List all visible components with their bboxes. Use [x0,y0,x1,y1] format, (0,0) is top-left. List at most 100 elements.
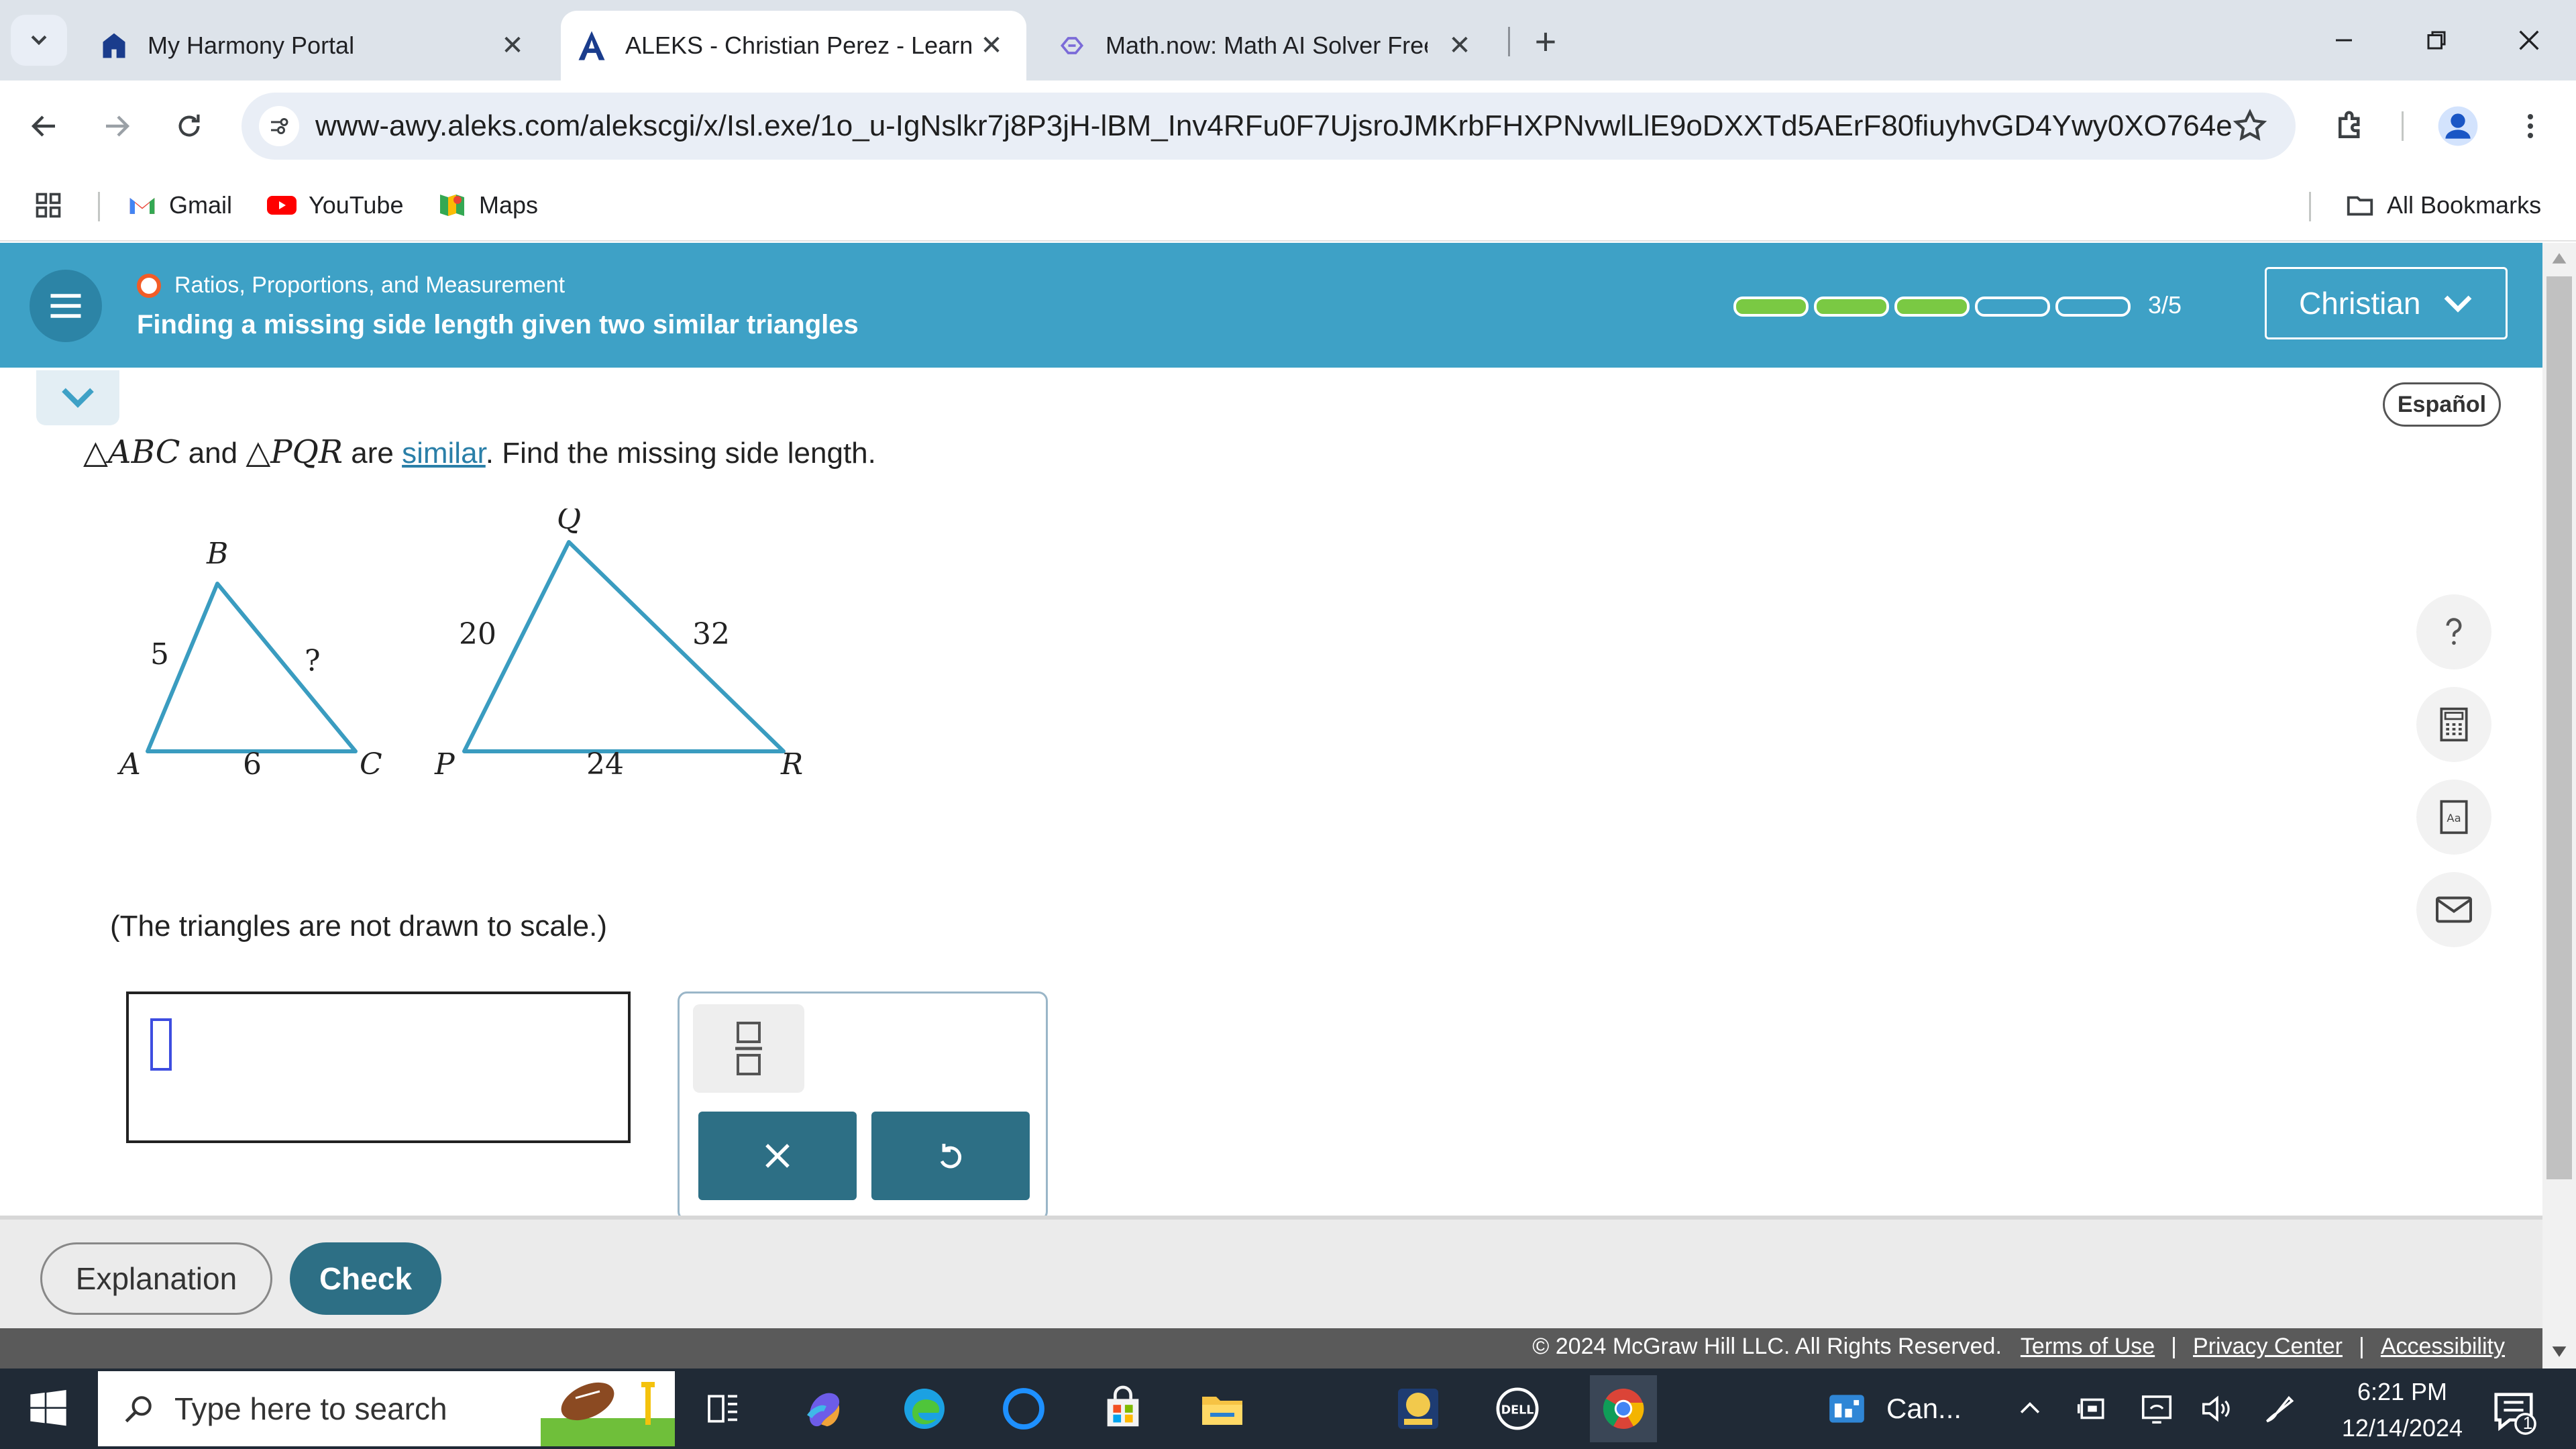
topic-status-dot [137,273,161,298]
microsoft-store-icon[interactable] [1096,1382,1150,1436]
profile-button[interactable] [2434,102,2482,150]
tab-harmony[interactable]: My Harmony Portal ✕ [80,11,550,80]
tab-search-button[interactable] [11,15,67,66]
check-button[interactable]: Check [290,1242,441,1315]
apps-grid-icon [36,193,61,218]
edge-browser-icon[interactable] [898,1382,951,1436]
clear-button[interactable] [698,1112,857,1200]
forward-button[interactable] [90,99,144,153]
question-text: △ABC and △PQR are similar. Find the miss… [83,433,876,471]
dictionary-button[interactable]: Aa [2416,780,2491,855]
explanation-button[interactable]: Explanation [40,1242,272,1315]
vertex-label-c: C [360,747,382,782]
all-bookmarks-button[interactable]: All Bookmarks [2344,185,2541,225]
scroll-down-arrow-icon[interactable] [2551,1343,2568,1360]
collapse-header-button[interactable] [36,370,119,425]
school-app-icon[interactable] [1391,1382,1445,1436]
gmail-icon [126,189,158,221]
main-menu-button[interactable] [30,270,102,342]
windows-start-icon[interactable] [27,1387,70,1430]
answer-input[interactable] [126,991,631,1143]
browser-toolbar: www-awy.aleks.com/alekscgi/x/Isl.exe/1o_… [0,80,2576,172]
bookmark-maps[interactable]: Maps [436,185,538,225]
chrome-icon[interactable] [1590,1375,1657,1442]
chevron-down-icon [62,388,94,408]
vertex-label-q: Q [557,508,581,536]
progress-bar [1733,297,2136,317]
show-hidden-icons-button[interactable] [2015,1389,2045,1429]
action-bar: Explanation Check [0,1216,2542,1328]
restore-button[interactable] [2403,15,2470,66]
bookmark-youtube[interactable]: YouTube [266,185,403,225]
battery-icon[interactable] [2074,1389,2110,1429]
user-menu-button[interactable]: Christian [2265,267,2508,339]
copilot-icon[interactable] [798,1382,852,1436]
side-label-pr: 24 [586,747,624,782]
taskbar-search-box[interactable]: Type here to search [98,1371,675,1446]
browser-menu-button[interactable] [2506,102,2555,150]
profile-avatar-icon [2438,106,2478,146]
math-toolpad [678,991,1048,1221]
close-tab-icon[interactable]: ✕ [1445,31,1474,60]
bookmark-gmail[interactable]: Gmail [126,185,232,225]
chevron-up-icon [2020,1402,2040,1413]
minimize-button[interactable] [2310,15,2377,66]
svg-text:Aa: Aa [2447,812,2461,824]
terms-of-use-link[interactable]: Terms of Use [2021,1334,2155,1360]
file-explorer-icon[interactable] [1195,1382,1249,1436]
mail-icon [2436,896,2472,923]
bookmark-star-icon[interactable] [2231,107,2269,145]
search-icon [125,1396,152,1423]
more-vertical-icon [2528,114,2533,138]
close-icon [2519,30,2539,50]
fraction-button[interactable] [693,1004,804,1093]
privacy-center-link[interactable]: Privacy Center [2193,1334,2343,1360]
dictionary-icon: Aa [2440,800,2468,835]
puzzle-icon [2339,111,2360,138]
task-view-icon[interactable] [696,1382,750,1436]
back-button[interactable] [17,99,71,153]
new-tab-button[interactable]: + [1524,21,1567,64]
accessibility-link[interactable]: Accessibility [2381,1334,2505,1360]
close-window-button[interactable] [2496,15,2563,66]
site-info-icon[interactable] [259,106,299,146]
reload-button[interactable] [162,99,216,153]
extensions-button[interactable] [2326,102,2375,150]
help-button[interactable] [2416,594,2491,669]
tab-aleks[interactable]: ALEKS - Christian Perez - Learn ✕ [561,11,1026,80]
calculator-button[interactable] [2416,687,2491,762]
network-icon[interactable] [2139,1389,2175,1429]
address-bar[interactable]: www-awy.aleks.com/alekscgi/x/Isl.exe/1o_… [241,93,2296,160]
scale-note: (The triangles are not drawn to scale.) [110,910,608,943]
notification-center-button[interactable]: 1 [2490,1389,2537,1436]
tab-mathnow[interactable]: Math.now: Math AI Solver Free ✕ [1040,11,1503,80]
canvas-app-button[interactable]: Can... [1826,1389,1962,1429]
side-label-pq: 20 [459,617,496,651]
scroll-thumb[interactable] [2546,276,2572,1179]
undo-button[interactable] [871,1112,1030,1200]
espanol-button[interactable]: Español [2383,382,2501,427]
input-cursor [150,1018,172,1071]
cortana-icon[interactable] [997,1382,1051,1436]
progress-label: 3/5 [2148,291,2182,319]
triangle-pqr-name: △PQR [246,433,343,471]
similar-definition-link[interactable]: similar [402,437,486,470]
arrow-left-icon [31,115,55,137]
maps-icon [436,189,468,221]
close-tab-icon[interactable]: ✕ [498,31,527,60]
apps-button[interactable] [34,185,63,225]
pen-icon[interactable] [2261,1389,2298,1429]
football-widget-icon [541,1382,675,1446]
taskbar-clock[interactable]: 6:21 PM 12/14/2024 [2325,1374,2479,1446]
volume-icon[interactable] [2199,1389,2235,1429]
side-label-qr: 32 [692,617,730,651]
aleks-header: Ratios, Proportions, and Measurement Fin… [0,243,2542,368]
dell-icon[interactable]: DELL [1491,1382,1544,1436]
close-tab-icon[interactable]: ✕ [977,31,1006,60]
topic-heading: Ratios, Proportions, and Measurement [137,272,565,299]
vertex-label-a: A [117,747,141,782]
scroll-up-arrow-icon[interactable] [2551,250,2568,267]
tab-separator [1508,27,1510,56]
message-button[interactable] [2416,872,2491,947]
page-scrollbar[interactable] [2542,243,2576,1368]
